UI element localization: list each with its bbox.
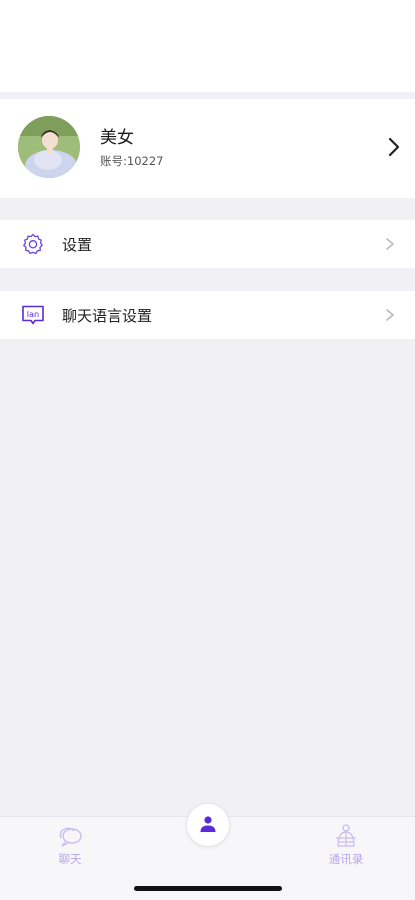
profile-account-id: 账号:10227 (100, 154, 164, 168)
menu-item-chat-language-label: 聊天语言设置 (62, 307, 153, 325)
chevron-right-icon (386, 238, 394, 250)
avatar-image (18, 116, 80, 178)
gear-icon (23, 233, 43, 255)
top-bar (0, 0, 415, 92)
tab-contacts-label: 通讯录 (328, 852, 364, 866)
profile-name: 美女 (100, 128, 134, 148)
home-indicator (134, 886, 282, 891)
menu-item-settings[interactable]: 设置 (0, 220, 415, 268)
person-icon (200, 816, 216, 832)
menu-item-settings-label: 设置 (62, 236, 93, 254)
contacts-icon (336, 824, 356, 847)
chevron-right-icon (386, 309, 394, 321)
tab-chat[interactable]: 聊天 (30, 817, 110, 877)
tab-contacts[interactable]: 通讯录 (306, 817, 386, 877)
tab-me[interactable] (187, 804, 229, 846)
chevron-right-icon[interactable] (386, 136, 402, 158)
menu-item-chat-language[interactable]: lan 聊天语言设置 (0, 291, 415, 339)
avatar[interactable] (18, 116, 80, 178)
chat-bubble-icon (59, 827, 82, 847)
profile-card[interactable]: 美女 账号:10227 (0, 99, 415, 198)
tab-chat-label: 聊天 (58, 852, 82, 866)
language-icon-text: lan (27, 309, 39, 319)
profile-screen: 美女 账号:10227 设置 lan 聊天语言设置 聊天 通讯录 (0, 0, 415, 900)
language-icon: lan (22, 305, 44, 325)
